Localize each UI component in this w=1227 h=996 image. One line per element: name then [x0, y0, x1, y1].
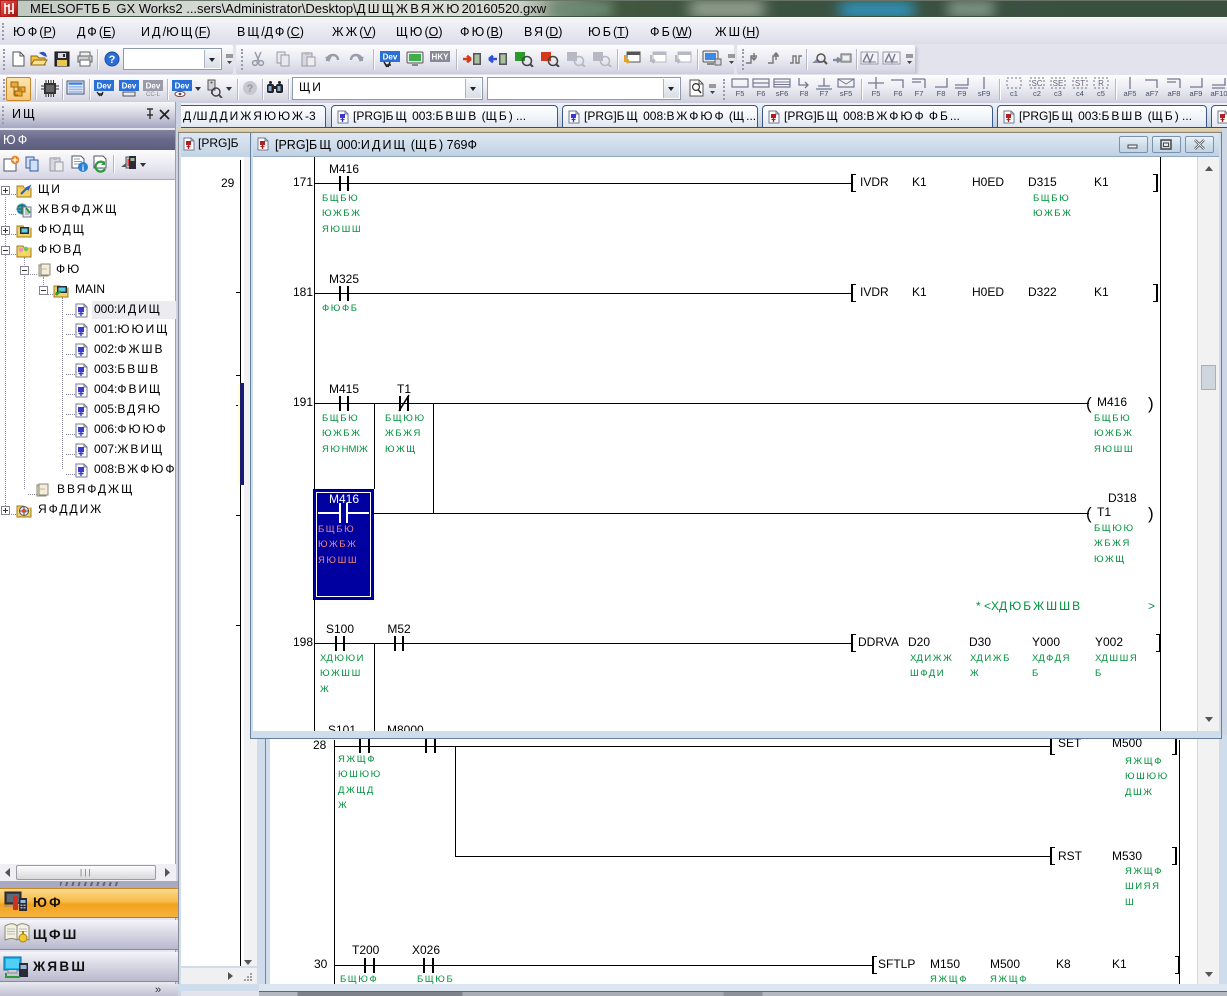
- svg-text:CC-L: CC-L: [146, 92, 161, 97]
- svg-text:?: ?: [109, 54, 116, 66]
- svg-text:?: ?: [247, 83, 254, 95]
- svg-text:Dev: Dev: [383, 53, 398, 62]
- svg-text:SC: SC: [1031, 79, 1042, 88]
- svg-text:Dev: Dev: [97, 82, 112, 91]
- svg-text:SE: SE: [1053, 79, 1064, 88]
- svg-text:Dev: Dev: [175, 82, 190, 91]
- svg-text:R: R: [1098, 79, 1104, 88]
- svg-text:ST: ST: [1075, 79, 1085, 88]
- svg-text:HKY: HKY: [432, 53, 450, 62]
- svg-text:Dev: Dev: [122, 82, 137, 91]
- svg-text:Dev: Dev: [146, 82, 161, 91]
